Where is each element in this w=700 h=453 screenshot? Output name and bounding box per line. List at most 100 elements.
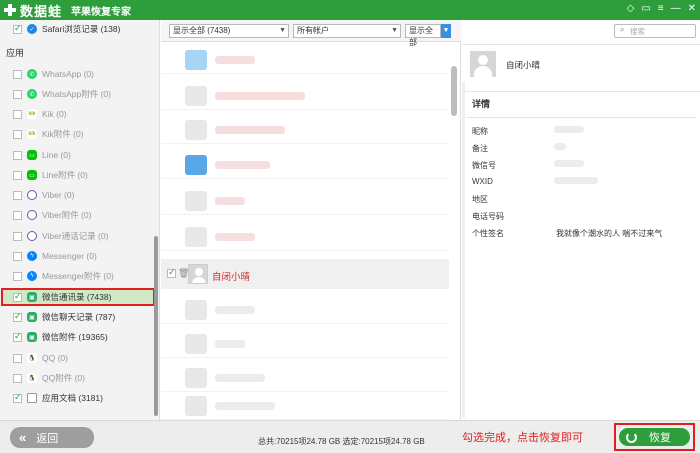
sidebar-item-label: QQ (0)	[42, 353, 68, 363]
search-icon: ⌕	[620, 25, 625, 34]
list-item[interactable]	[161, 223, 449, 251]
diamond-icon[interactable]: ◇	[627, 3, 635, 15]
sidebar-item-messenger[interactable]: ϟ Messenger (0)	[0, 247, 154, 265]
checkbox[interactable]	[13, 311, 22, 322]
account-filter-select[interactable]: 所有帐户 ▼	[293, 24, 401, 38]
menu-icon[interactable]: ≡	[658, 3, 664, 15]
list-item[interactable]	[161, 82, 449, 110]
sidebar-item-wechat-attachments[interactable]: ▣ 微信附件 (19365)	[0, 328, 154, 346]
blurred-name	[215, 233, 255, 241]
sidebar-item-viber[interactable]: Viber (0)	[0, 186, 154, 204]
blurred-name	[215, 56, 255, 64]
checkbox[interactable]	[13, 210, 22, 220]
sidebar-item-label: Viber通话记录 (0)	[42, 231, 109, 241]
blurred-value	[554, 126, 584, 133]
document-icon	[27, 393, 37, 403]
sidebar-item-label: Kik附件 (0)	[42, 129, 84, 139]
sidebar-item-viber-attachments[interactable]: Viber附件 (0)	[0, 206, 154, 224]
checkbox[interactable]	[13, 190, 22, 200]
whatsapp-icon: ✆	[27, 89, 37, 99]
checkbox[interactable]	[13, 89, 22, 99]
checkbox[interactable]	[13, 23, 22, 34]
blurred-name	[215, 92, 305, 100]
checkbox[interactable]	[13, 109, 22, 119]
checkbox[interactable]	[167, 267, 176, 278]
checkbox[interactable]	[13, 392, 22, 403]
chat-icon[interactable]: ▭	[641, 3, 650, 15]
kik-icon: kik	[27, 109, 37, 119]
checkbox[interactable]	[13, 69, 22, 79]
search-box[interactable]: ⌕	[614, 24, 696, 38]
recover-button-label: 恢复	[649, 432, 671, 444]
wechat-icon: ▣	[27, 332, 37, 342]
sidebar-item-messenger-attachments[interactable]: ϟ Messenger附件 (0)	[0, 267, 154, 285]
sidebar-item-viber-calls[interactable]: Viber通话记录 (0)	[0, 227, 154, 245]
sidebar-item-kik-attachments[interactable]: kik Kik附件 (0)	[0, 125, 154, 143]
sidebar-item-line-attachments[interactable]: ▭ Line附件 (0)	[0, 166, 154, 184]
sidebar-item-app-documents[interactable]: 应用文档 (3181)	[0, 389, 154, 407]
minimize-icon[interactable]: —	[671, 3, 681, 15]
checkbox[interactable]	[13, 129, 22, 139]
sidebar-item-whatsapp[interactable]: ✆ WhatsApp (0)	[0, 65, 154, 83]
sidebar-item-kik[interactable]: kik Kik (0)	[0, 105, 154, 123]
list-item[interactable]	[161, 296, 449, 324]
blurred-name	[215, 126, 285, 134]
sidebar-item-qq[interactable]: 🐧 QQ (0)	[0, 349, 154, 367]
kik-icon: kik	[27, 129, 37, 139]
logo-plus-icon	[3, 3, 17, 17]
field-label: 微信号	[472, 161, 496, 170]
checkbox[interactable]	[13, 291, 22, 302]
sidebar-item-wechat-contacts[interactable]: ▣ 微信通讯录 (7438)	[1, 288, 155, 306]
blurred-value	[554, 160, 584, 167]
avatar	[470, 51, 496, 77]
list-item[interactable]	[161, 116, 449, 144]
sidebar-item-label: 微信聊天记录 (787)	[42, 312, 116, 322]
recover-button[interactable]: 恢复	[619, 428, 690, 446]
checkbox[interactable]	[13, 150, 22, 160]
sidebar-item-wechat-chats[interactable]: ▣ 微信聊天记录 (787)	[0, 308, 154, 326]
list-item[interactable]	[161, 330, 449, 358]
sidebar-item-qq-attachments[interactable]: 🐧 QQ附件 (0)	[0, 369, 154, 387]
sidebar-item-safari[interactable]: ✓ Safari浏览记录 (138)	[0, 20, 154, 38]
avatar	[185, 300, 207, 320]
checkbox[interactable]	[13, 170, 22, 180]
search-input[interactable]	[630, 26, 694, 37]
display-filter-select[interactable]: 显示全部 (7438) ▼	[169, 24, 289, 38]
sidebar-item-whatsapp-attachments[interactable]: ✆ WhatsApp附件 (0)	[0, 85, 154, 103]
refresh-icon	[626, 431, 637, 443]
back-button-label: 返回	[36, 432, 59, 445]
sidebar-scrollbar[interactable]	[154, 236, 158, 416]
sidebar-item-label: Kik (0)	[42, 109, 67, 119]
checkbox[interactable]	[13, 251, 22, 261]
back-button[interactable]: « 返回	[10, 427, 94, 448]
checkbox[interactable]	[13, 271, 22, 281]
list-item[interactable]	[161, 46, 449, 74]
sidebar-item-line[interactable]: ▭ Line (0)	[0, 146, 154, 164]
status-filter-select[interactable]: 显示全部 ▼	[405, 24, 451, 47]
checkbox[interactable]	[13, 373, 22, 383]
selected-contact-row[interactable]: 🗑 自闭小晴	[161, 259, 449, 289]
wechat-icon: ▣	[27, 292, 37, 302]
sidebar-item-label: Safari浏览记录 (138)	[42, 24, 121, 34]
viber-icon	[27, 190, 37, 200]
viber-icon	[27, 231, 37, 241]
list-item[interactable]	[161, 364, 449, 392]
field-label: WXID	[472, 177, 493, 186]
checkbox[interactable]	[13, 231, 22, 241]
chevron-down-icon[interactable]: ▼	[441, 24, 451, 38]
list-item[interactable]	[161, 392, 449, 420]
list-scrollbar[interactable]	[451, 66, 457, 116]
category-sidebar: ✓ Safari浏览记录 (138) 应用 ✆ WhatsApp (0) ✆ W…	[0, 20, 160, 420]
title-bar: 数据蛙 苹果恢复专家 ◇ ▭ ≡ — ✕	[0, 0, 700, 20]
list-item[interactable]	[161, 187, 449, 215]
list-item[interactable]	[161, 151, 449, 179]
avatar	[185, 50, 207, 70]
sidebar-item-label: 微信通讯录 (7438)	[42, 292, 112, 302]
line-icon: ▭	[27, 170, 37, 180]
checkbox[interactable]	[13, 353, 22, 363]
detail-scrollbar[interactable]	[462, 82, 465, 418]
field-label: 电话号码	[472, 212, 504, 221]
checkbox[interactable]	[13, 331, 22, 342]
avatar	[185, 155, 207, 175]
close-icon[interactable]: ✕	[688, 3, 696, 15]
